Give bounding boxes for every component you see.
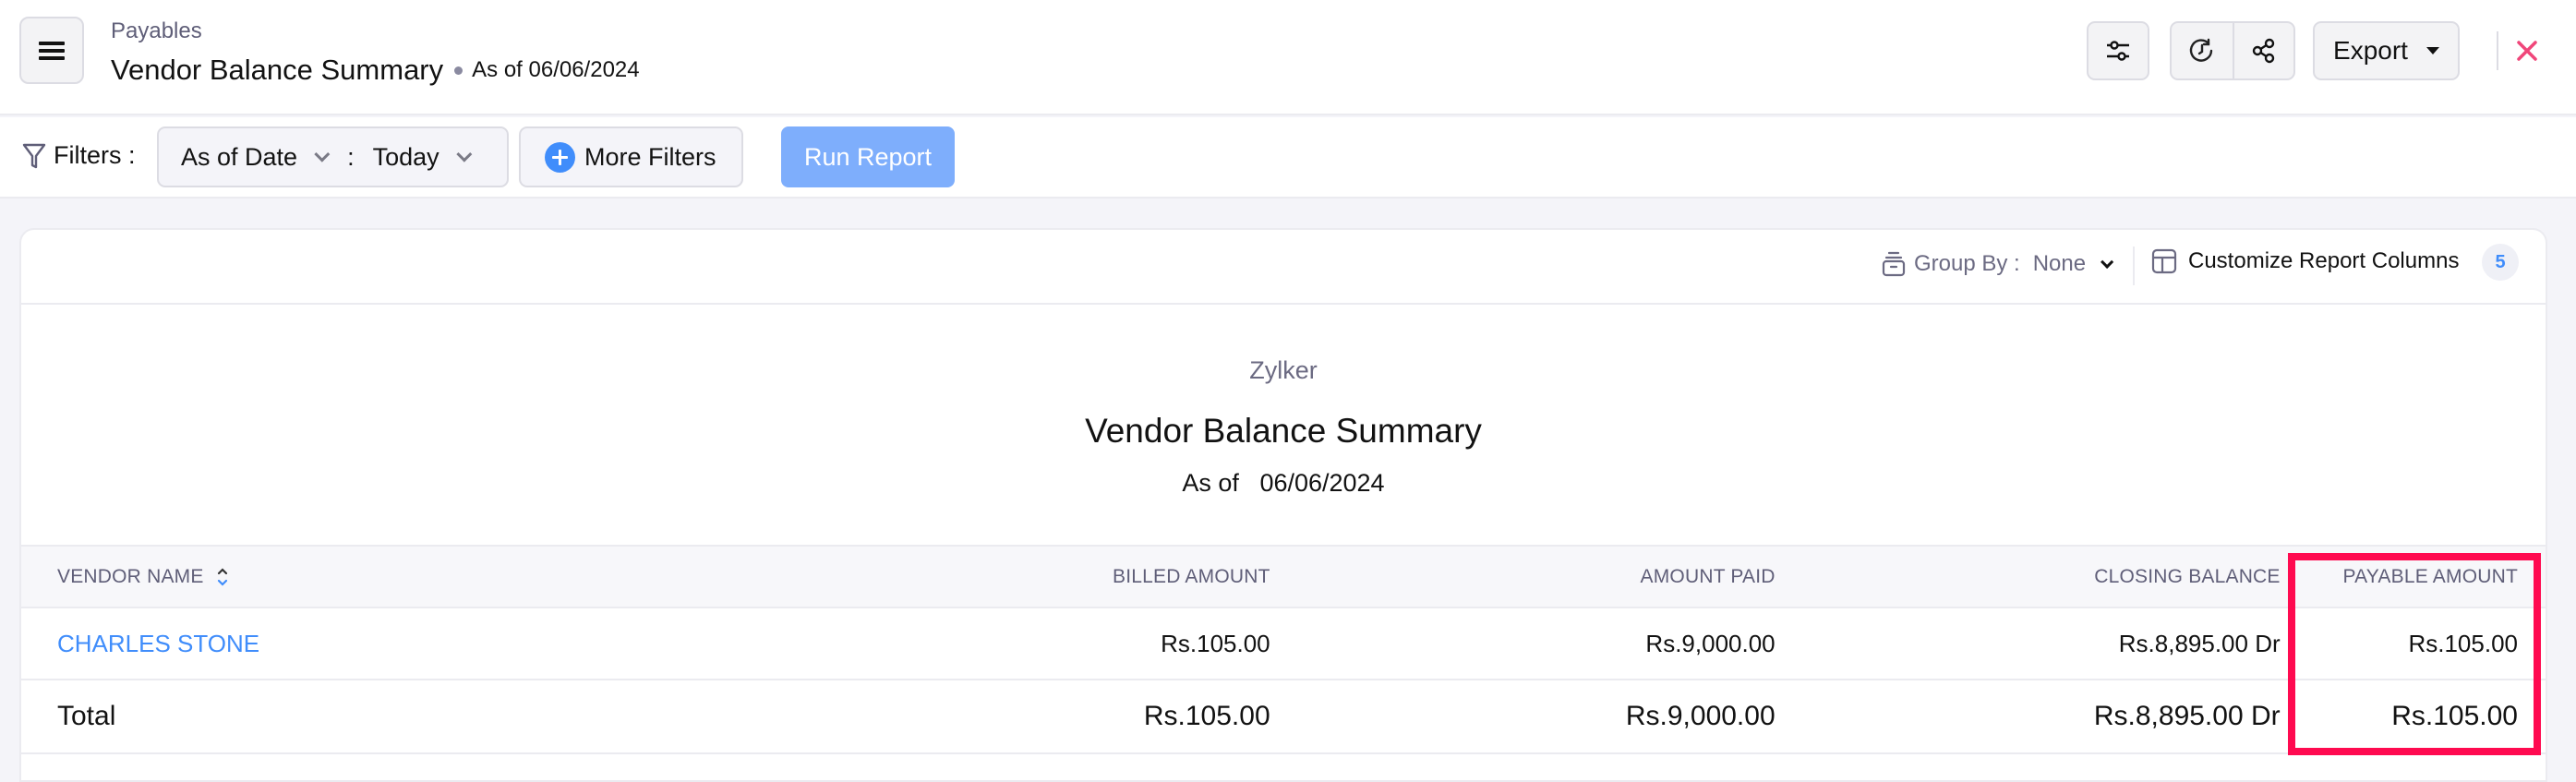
page-title-text: Vendor Balance Summary bbox=[111, 54, 444, 86]
closing-balance-cell: Rs.8,895.00 Dr bbox=[2118, 629, 2281, 657]
column-header-closing-balance: CLOSING BALANCE bbox=[2094, 565, 2281, 587]
close-button[interactable] bbox=[2511, 35, 2543, 66]
page-title: Vendor Balance Summary As of 06/06/2024 bbox=[111, 54, 640, 87]
report-table: VENDOR NAME BILLED AMOUNT AMOUNT PAID CL… bbox=[21, 545, 2546, 754]
toolbar-divider bbox=[2133, 247, 2135, 285]
billed-amount-cell: Rs.105.00 bbox=[1161, 629, 1270, 657]
date-value-label: Today bbox=[372, 142, 439, 171]
separator-dot bbox=[454, 66, 463, 75]
date-filter: As of Date : Today bbox=[157, 126, 509, 187]
report-toolbar: Group By : None Customize Report Columns… bbox=[21, 230, 2546, 305]
column-header-label: VENDOR NAME bbox=[57, 565, 204, 587]
run-report-button[interactable]: Run Report bbox=[781, 126, 955, 187]
history-button[interactable] bbox=[2172, 23, 2233, 78]
column-header-payable-amount: PAYABLE AMOUNT bbox=[2342, 565, 2518, 587]
hamburger-icon bbox=[39, 41, 65, 60]
menu-button[interactable] bbox=[19, 17, 84, 84]
more-filters-button[interactable]: More Filters bbox=[519, 126, 743, 187]
customize-columns-button[interactable]: Customize Report Columns bbox=[2151, 248, 2459, 274]
total-amount-paid: Rs.9,000.00 bbox=[1625, 701, 1776, 731]
date-value-dropdown[interactable]: Today bbox=[372, 142, 472, 172]
filter-separator: : bbox=[347, 142, 355, 171]
export-label: Export bbox=[2333, 36, 2408, 65]
chevron-down-icon bbox=[314, 146, 331, 162]
group-by-label: Group By : bbox=[1914, 251, 2020, 276]
date-field-dropdown[interactable]: As of Date bbox=[181, 142, 331, 172]
filter-icon bbox=[22, 143, 46, 168]
total-row: Total Rs.105.00 Rs.9,000.00 Rs.8,895.00 … bbox=[21, 680, 2546, 753]
amount-paid-cell: Rs.9,000.00 bbox=[1645, 629, 1776, 657]
breadcrumb: Payables bbox=[111, 18, 202, 43]
total-label: Total bbox=[57, 701, 116, 731]
chevron-down-icon bbox=[2101, 255, 2114, 269]
group-by-value: None bbox=[2032, 251, 2087, 276]
as-of-date: As of 06/06/2024 bbox=[472, 57, 640, 82]
column-header-billed-amount: BILLED AMOUNT bbox=[1112, 565, 1270, 587]
table-row: CHARLES STONE Rs.105.00 Rs.9,000.00 Rs.8… bbox=[21, 608, 2546, 680]
page-header: Payables Vendor Balance Summary As of 06… bbox=[0, 0, 2576, 115]
filters-label-text: Filters : bbox=[54, 141, 136, 169]
sliders-icon bbox=[2107, 41, 2129, 61]
group-icon bbox=[1882, 251, 1906, 277]
columns-icon bbox=[2151, 248, 2177, 274]
column-header-vendor-name[interactable]: VENDOR NAME bbox=[21, 546, 301, 608]
total-payable-amount: Rs.105.00 bbox=[2391, 701, 2518, 731]
date-field-label: As of Date bbox=[181, 142, 298, 171]
report-settings-button[interactable] bbox=[2087, 21, 2149, 80]
history-share-group bbox=[2170, 21, 2295, 80]
chevron-down-icon bbox=[455, 146, 472, 162]
header-divider bbox=[2497, 31, 2498, 70]
payable-amount-cell: Rs.105.00 bbox=[2408, 629, 2518, 657]
share-button[interactable] bbox=[2232, 23, 2293, 78]
filters-label: Filters : bbox=[22, 141, 136, 170]
total-closing-balance: Rs.8,895.00 Dr bbox=[2093, 701, 2281, 731]
export-button[interactable]: Export bbox=[2313, 21, 2460, 80]
column-count-badge: 5 bbox=[2482, 244, 2519, 281]
close-icon bbox=[2517, 41, 2537, 61]
sort-icon[interactable] bbox=[217, 567, 228, 587]
organization-name: Zylker bbox=[1249, 356, 1318, 384]
report-card: Group By : None Customize Report Columns… bbox=[19, 228, 2547, 782]
table-header-row: VENDOR NAME BILLED AMOUNT AMOUNT PAID CL… bbox=[21, 546, 2546, 608]
column-header-amount-paid: AMOUNT PAID bbox=[1640, 565, 1776, 587]
more-filters-label: More Filters bbox=[584, 142, 716, 171]
vendor-name-link[interactable]: CHARLES STONE bbox=[57, 630, 259, 657]
customize-columns-label: Customize Report Columns bbox=[2188, 248, 2460, 273]
report-title: Vendor Balance Summary bbox=[1085, 412, 1482, 450]
plus-circle-icon bbox=[545, 141, 575, 173]
caret-down-icon bbox=[2426, 47, 2439, 54]
total-billed-amount: Rs.105.00 bbox=[1143, 701, 1270, 731]
group-by-dropdown[interactable]: Group By : None bbox=[1881, 250, 2114, 278]
history-icon bbox=[2189, 38, 2213, 62]
report-as-of: As of 06/06/2024 bbox=[1182, 469, 1385, 497]
share-icon bbox=[2252, 38, 2275, 64]
filter-bar: Filters : As of Date : Today More Filter… bbox=[0, 117, 2576, 199]
